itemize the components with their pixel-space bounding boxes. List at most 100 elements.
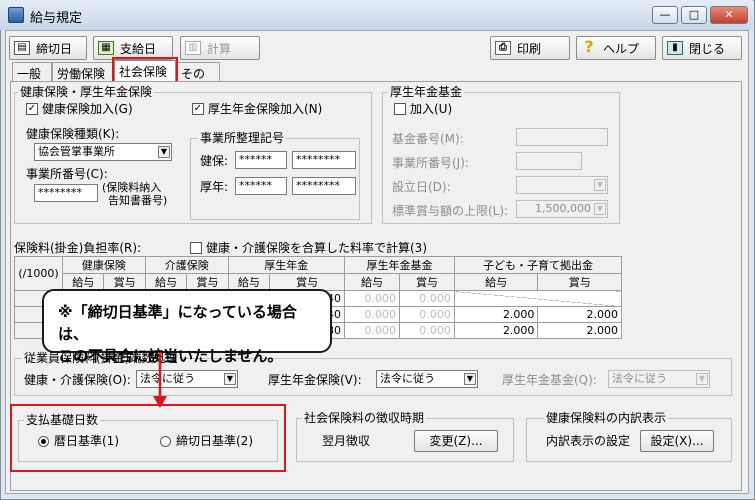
minimize-button[interactable]: —: [652, 6, 678, 24]
calculator-icon: ▥: [185, 41, 201, 55]
office-no-label: 事業所番号(C):: [26, 167, 108, 181]
rounding-kosei-select[interactable]: 法令に従う: [376, 370, 478, 388]
kenpo-code2-input[interactable]: ********: [292, 151, 356, 169]
kenko-type-label: 健康保険種類(K):: [26, 127, 120, 141]
rates-group-kaigo: 介護保険: [144, 256, 229, 274]
rates-unit: (/1000): [14, 256, 63, 291]
rates-sub-kyuyo: 給与: [61, 273, 105, 291]
rate-cell[interactable]: 0.000: [343, 306, 400, 323]
exit-door-icon: ▮: [667, 41, 683, 55]
kenko-kosei-title: 健康保険・厚生年金保険: [18, 85, 155, 99]
kikin-date-label: 設立日(D):: [392, 180, 451, 194]
collection-value: 翌月徴収: [322, 434, 371, 448]
chevron-down-icon[interactable]: ▼: [696, 373, 708, 385]
printer-icon: ⎙: [495, 41, 511, 55]
rates-sub-shoyo: 賞与: [186, 273, 229, 291]
tab-general[interactable]: 一般: [12, 62, 52, 81]
kenko-join-label: 健康保険加入(G): [42, 102, 133, 116]
rounding-kosei-label: 厚生年金保険(V):: [268, 373, 362, 387]
chevron-down-icon[interactable]: ▼: [224, 373, 236, 385]
rates-sub-shoyo: 賞与: [269, 273, 345, 291]
rate-cell[interactable]: 2.000: [453, 322, 539, 339]
tab-other[interactable]: その他: [176, 62, 220, 98]
rates-sub-shoyo: 賞与: [103, 273, 146, 291]
callout-line2: この不具合に該当いたしません。: [58, 347, 283, 365]
rate-cell[interactable]: 0.000: [398, 322, 455, 339]
kikin-limit-label: 標準賞与額の上限(L):: [392, 204, 509, 218]
rounding-kenko-label: 健康・介護保険(O):: [24, 373, 131, 387]
rates-sub-kyuyo: 給与: [453, 273, 539, 291]
breakdown-label: 内訳表示の設定: [546, 434, 631, 448]
kikin-no-input[interactable]: [516, 128, 608, 146]
breakdown-title: 健康保険料の内訳表示: [544, 411, 669, 425]
app-icon: [8, 7, 24, 23]
rates-sub-kyuyo: 給与: [144, 273, 188, 291]
rates-group-kodomo: 子ども・子育て拠出金: [453, 256, 623, 274]
kosei-join-label: 厚生年金保険加入(N): [208, 102, 323, 116]
chevron-down-icon[interactable]: ▼: [158, 146, 170, 158]
office-no-note1: (保険料納入: [102, 181, 162, 194]
rates-sub-shoyo: 賞与: [537, 273, 622, 291]
print-button[interactable]: ⎙ 印刷: [490, 36, 570, 60]
rate-cell[interactable]: 0.000: [398, 306, 455, 323]
rates-sub-shoyo: 賞与: [398, 273, 455, 291]
title-bar: [0, 0, 753, 30]
kenpo-label: 健保:: [200, 154, 229, 168]
callout-line1: ※「締切日基準」になっている場合は、: [58, 303, 297, 343]
collection-title: 社会保険料の徴収時期: [302, 411, 427, 425]
rates-group-kosei: 厚生年金: [227, 256, 345, 274]
collection-change-button[interactable]: 変更(Z)...: [414, 430, 498, 452]
kikin-office-label: 事業所番号(J):: [392, 156, 469, 170]
help-icon: ?: [584, 37, 594, 56]
chevron-down-icon[interactable]: ▼: [594, 179, 606, 191]
kosei-join-checkbox[interactable]: ✓: [192, 103, 204, 115]
payment-days-title: 支払基礎日数: [24, 413, 101, 427]
kosei-code1-input[interactable]: ******: [235, 177, 287, 195]
rate-cell[interactable]: 2.000: [453, 306, 539, 323]
close-window-button[interactable]: ✕: [710, 6, 748, 24]
combined-rate-checkbox[interactable]: [190, 242, 202, 254]
breakdown-setting-button[interactable]: 設定(X)...: [640, 430, 714, 452]
tab-labor-insurance[interactable]: 労働保険: [52, 62, 114, 81]
payment-days-cutoff-radio[interactable]: [160, 436, 171, 447]
rates-sub-kyuyo: 給与: [227, 273, 271, 291]
payment-days-calendar-label: 暦日基準(1): [54, 434, 119, 448]
kenpo-code1-input[interactable]: ******: [235, 151, 287, 169]
rates-group-kenko: 健康保険: [62, 256, 146, 274]
rates-group-kikin: 厚生年金基金: [343, 256, 455, 274]
rate-cell[interactable]: 2.000: [537, 322, 622, 339]
callout-arrow: [153, 352, 167, 408]
rounding-kikin-select[interactable]: 法令に従う: [608, 370, 710, 388]
shimebi-button[interactable]: ▤ 締切日: [9, 36, 87, 60]
combined-rate-label: 健康・介護保険を合算した料率で計算(3): [206, 241, 427, 255]
kenko-type-select[interactable]: 協会管掌事業所: [34, 143, 172, 161]
office-no-input[interactable]: ********: [34, 184, 98, 202]
rate-cell[interactable]: 0.000: [343, 290, 400, 307]
chevron-down-icon[interactable]: ▼: [594, 203, 606, 215]
close-button[interactable]: ▮ 閉じる: [662, 36, 742, 60]
office-no-note2: 告知書番号): [108, 194, 168, 207]
rate-cell-diagonal: [453, 290, 623, 307]
callout-note: ※「締切日基準」になっている場合は、 この不具合に該当いたしません。: [42, 289, 332, 365]
kenko-join-checkbox[interactable]: ✓: [26, 103, 38, 115]
grid-calendar-icon: ▦: [98, 41, 114, 55]
rate-cell[interactable]: 0.000: [398, 290, 455, 307]
kikin-no-label: 基金番号(M):: [392, 132, 464, 146]
rates-sub-kyuyo: 給与: [343, 273, 400, 291]
help-button[interactable]: ? ヘルプ: [576, 36, 656, 60]
rate-cell[interactable]: 0.000: [343, 322, 400, 339]
keisan-button[interactable]: ▥ 計算: [180, 36, 260, 60]
kikin-join-label: 加入(U): [410, 102, 453, 116]
kosei-code2-input[interactable]: ********: [292, 177, 356, 195]
rate-cell[interactable]: 2.000: [537, 306, 622, 323]
payment-days-calendar-radio[interactable]: [38, 436, 49, 447]
calendar-icon: ▤: [14, 41, 30, 55]
kikin-join-checkbox[interactable]: [394, 103, 406, 115]
maximize-button[interactable]: □: [681, 6, 707, 24]
rates-label: 保険料(掛金)負担率(R):: [14, 241, 142, 255]
kikin-office-input[interactable]: [516, 152, 582, 170]
rounding-kikin-label: 厚生年金基金(Q):: [502, 373, 597, 387]
kikin-title: 厚生年金基金: [388, 85, 465, 99]
kosei-label: 厚年:: [200, 180, 229, 194]
chevron-down-icon[interactable]: ▼: [464, 373, 476, 385]
